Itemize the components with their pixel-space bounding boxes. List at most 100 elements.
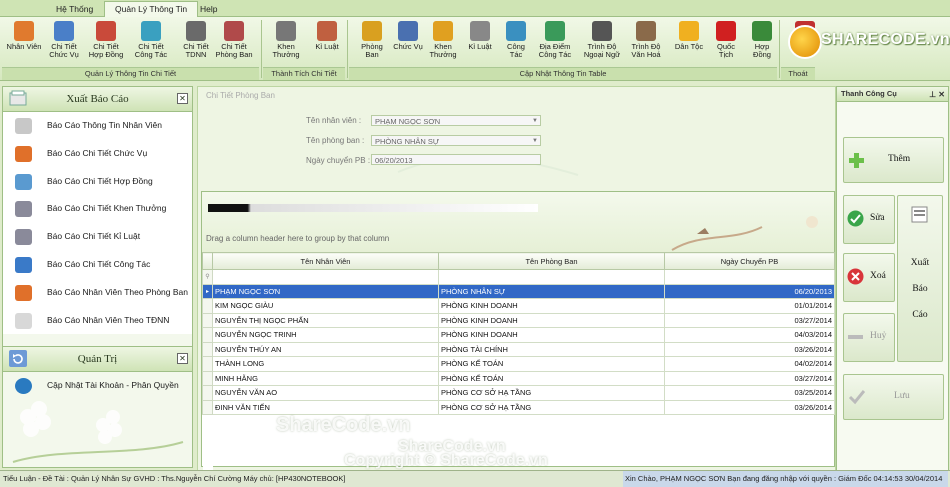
- ribbon-button[interactable]: Dân Tộc: [669, 21, 709, 51]
- ribbon-button[interactable]: Kỉ Luật: [307, 21, 347, 51]
- save-button[interactable]: Lưu: [843, 374, 944, 420]
- tab-he-thong[interactable]: Hệ Thống: [46, 2, 103, 16]
- ribbon-button[interactable]: Kỉ Luật: [460, 21, 500, 51]
- ribbon-button[interactable]: Nhân Viên: [4, 21, 44, 51]
- table-cell[interactable]: 03/26/2014: [664, 341, 835, 357]
- table-cell[interactable]: 04/02/2014: [664, 356, 835, 372]
- transfer-date-input[interactable]: 06/20/2013: [371, 154, 541, 165]
- table-cell[interactable]: THÀNH LONG: [212, 356, 439, 372]
- table-row[interactable]: MINH HẰNG PHÒNG KẾ TOÁN 03/27/2014: [202, 370, 835, 386]
- ribbon-button[interactable]: Hợp Đồng: [742, 21, 782, 59]
- report-panel-header[interactable]: Xuất Báo Cáo ✕: [3, 87, 192, 112]
- ribbon-button[interactable]: Chi Tiết Hợp Đồng: [86, 21, 126, 59]
- table-cell[interactable]: 06/20/2013: [664, 283, 835, 299]
- foreign-language-icon: [592, 21, 612, 41]
- table-row[interactable]: ĐINH VĂN TIẾN PHÒNG CƠ SỞ HẠ TẦNG 03/26/20…: [202, 399, 835, 415]
- table-row[interactable]: NGUYỄN NGỌC TRINH PHÒNG KINH DOANH 04/03/2…: [202, 327, 835, 343]
- table-cell[interactable]: PHÒNG KINH DOANH: [438, 298, 665, 314]
- cancel-button[interactable]: Huỷ: [843, 313, 895, 362]
- report-panel-title: Xuất Báo Cáo: [66, 93, 129, 105]
- ribbon-button[interactable]: Khen Thưởng: [423, 21, 463, 59]
- filter-cell[interactable]: [438, 269, 665, 285]
- table-cell[interactable]: PHÒNG KINH DOANH: [438, 327, 665, 343]
- collapse-icon[interactable]: ✕: [177, 93, 188, 104]
- table-cell[interactable]: NGUYỄN NGỌC TRINH: [212, 327, 439, 343]
- table-cell[interactable]: PHÒNG CƠ SỞ HẠ TẦNG: [438, 385, 665, 401]
- table-cell[interactable]: NGUYỄN THỊ NGỌC PHẤN: [212, 312, 439, 328]
- ribbon-button-label: Chi Tiết Chức Vụ: [49, 42, 79, 59]
- ribbon-button[interactable]: Chi Tiết Phòng Ban: [214, 21, 254, 59]
- table-cell[interactable]: PHÒNG KINH DOANH: [438, 312, 665, 328]
- report-item[interactable]: Báo Cáo Chi Tiết Hợp Đồng: [3, 167, 192, 196]
- table-row[interactable]: NGUYỄN THÚY AN PHÒNG TÀI CHÍNH 03/26/2014: [202, 341, 835, 357]
- report-item[interactable]: Báo Cáo Chi Tiết Kỉ Luật: [3, 223, 192, 251]
- ribbon-button[interactable]: Trình Độ Ngoại Ngữ: [582, 21, 622, 59]
- row-indicator: [202, 399, 213, 415]
- table-cell[interactable]: KIM NGỌC GIÀU: [212, 298, 439, 314]
- ribbon-button[interactable]: Công Tác: [496, 21, 536, 59]
- row-indicator: [202, 385, 213, 401]
- ribbon-button[interactable]: Chức Vụ: [388, 21, 428, 51]
- add-label: Thêm: [888, 154, 911, 164]
- table-cell[interactable]: PHÒNG KẾ TOÁN: [438, 370, 665, 386]
- report-item[interactable]: Báo Cáo Nhân Viên Theo Phòng Ban: [3, 278, 192, 307]
- table-cell[interactable]: PHÒNG CƠ SỞ HẠ TẦNG: [438, 399, 665, 415]
- employee-name-select[interactable]: PHẠM NGỌC SƠN ▼: [371, 115, 541, 126]
- table-cell[interactable]: PHÒNG TÀI CHÍNH: [438, 341, 665, 357]
- tab-help[interactable]: Help: [190, 2, 227, 16]
- dropdown-icon: ▼: [532, 138, 538, 144]
- report-item[interactable]: Báo Cáo Chi Tiết Khen Thưởng: [3, 195, 192, 224]
- table-row[interactable]: THÀNH LONG PHÒNG KẾ TOÁN 04/02/2014: [202, 356, 835, 372]
- report-item[interactable]: Báo Cáo Chi Tiết Công Tác: [3, 250, 192, 279]
- globe-report-icon: [15, 256, 32, 273]
- edit-button[interactable]: Sửa: [843, 195, 895, 244]
- transfer-date-label: Ngày chuyển PB :: [306, 156, 371, 165]
- ribbon-button[interactable]: Quốc Tịch: [706, 21, 746, 59]
- department-select[interactable]: PHÒNG NHÂN SỰ ▼: [371, 135, 541, 146]
- column-header[interactable]: Tên Nhân Viên: [212, 252, 439, 270]
- table-cell[interactable]: PHÒNG NHÂN SỰ: [438, 283, 665, 299]
- report-item[interactable]: Báo Cáo Chi Tiết Chức Vụ: [3, 139, 192, 168]
- table-cell[interactable]: MINH HẰNG: [212, 370, 439, 386]
- table-cell[interactable]: 03/25/2014: [664, 385, 835, 401]
- ribbon-button[interactable]: Chi Tiết Công Tác: [131, 21, 171, 59]
- table-cell[interactable]: 03/27/2014: [664, 370, 835, 386]
- ribbon-button[interactable]: Phòng Ban: [352, 21, 392, 59]
- delete-button[interactable]: Xoá: [843, 253, 895, 302]
- filter-row[interactable]: ⚲: [202, 269, 835, 285]
- ribbon-button[interactable]: Trình Độ Văn Hoá: [626, 21, 666, 59]
- table-cell[interactable]: NGUYỄN VĂN AO: [212, 385, 439, 401]
- ribbon-button[interactable]: Chi Tiết Chức Vụ: [44, 21, 84, 59]
- discipline-update-icon: [470, 21, 490, 41]
- flag-icon: [716, 21, 736, 41]
- collapse-icon[interactable]: ✕: [177, 353, 188, 365]
- table-cell[interactable]: PHẠM NGỌC SƠN: [212, 283, 439, 299]
- table-cell[interactable]: PHÒNG KẾ TOÁN: [438, 356, 665, 372]
- ribbon-button[interactable]: Chi Tiết TDNN: [176, 21, 216, 59]
- table-cell[interactable]: NGUYỄN THÚY AN: [212, 341, 439, 357]
- pin-icon[interactable]: ⊥ ✕: [929, 88, 945, 102]
- report-item[interactable]: Báo Cáo Thông Tin Nhân Viên: [3, 112, 192, 140]
- table-row[interactable]: ▸ PHẠM NGỌC SƠN PHÒNG NHÂN SỰ 06/20/2013: [202, 283, 835, 299]
- filter-cell[interactable]: [664, 269, 835, 285]
- group-hint: Drag a column header here to group by th…: [206, 234, 390, 243]
- table-cell[interactable]: 04/03/2014: [664, 327, 835, 343]
- ribbon-button[interactable]: Khen Thưởng: [266, 21, 306, 59]
- export-report-button[interactable]: Xuất Báo Cáo: [897, 195, 943, 362]
- table-cell[interactable]: 03/26/2014: [664, 399, 835, 415]
- table-row[interactable]: KIM NGỌC GIÀU PHÒNG KINH DOANH 01/01/2014: [202, 298, 835, 314]
- ribbon-button[interactable]: Địa Điểm Công Tác: [535, 21, 575, 59]
- table-row[interactable]: NGUYỄN VĂN AO PHÒNG CƠ SỞ HẠ TẦNG 03/25/20…: [202, 385, 835, 401]
- add-button[interactable]: Thêm: [843, 137, 944, 183]
- table-cell[interactable]: 03/27/2014: [664, 312, 835, 328]
- column-header[interactable]: Tên Phòng Ban: [438, 252, 665, 270]
- column-header[interactable]: Ngày Chuyển PB: [664, 252, 835, 270]
- filter-cell[interactable]: [212, 269, 439, 285]
- report-item-label: Báo Cáo Thông Tin Nhân Viên: [47, 120, 162, 130]
- report-item[interactable]: Báo Cáo Nhân Viên Theo TĐNN: [3, 306, 192, 335]
- table-row[interactable]: NGUYỄN THỊ NGỌC PHẤN PHÒNG KINH DOANH 03/2…: [202, 312, 835, 328]
- table-cell[interactable]: ĐINH VĂN TIẾN: [212, 399, 439, 415]
- tab-quan-ly-thong-tin[interactable]: Quản Lý Thông Tin: [104, 1, 199, 17]
- admin-panel-header[interactable]: Quản Trị ✕: [3, 346, 192, 373]
- table-cell[interactable]: 01/01/2014: [664, 298, 835, 314]
